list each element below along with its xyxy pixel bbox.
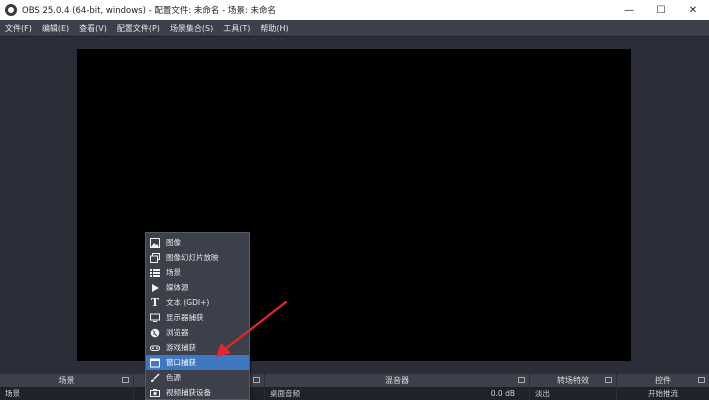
menu-item-label: 窗口捕获 — [166, 358, 196, 367]
close-button[interactable]: ✕ — [677, 0, 709, 20]
menu-bar: 文件(F) 编辑(E) 查看(V) 配置文件(P) 场景集合(S) 工具(T) … — [0, 20, 709, 36]
minimize-button[interactable]: — — [613, 0, 645, 20]
transitions-float-icon[interactable] — [605, 377, 612, 383]
menu-item-browser[interactable]: 浏览器 — [146, 325, 249, 340]
menu-item-scene[interactable]: 场景 — [146, 265, 249, 280]
scenes-dock: 场景 场景 — [0, 374, 133, 400]
slideshow-icon — [150, 252, 160, 263]
menu-item-label: 图像 — [166, 238, 181, 247]
brush-icon — [150, 372, 160, 383]
scenes-float-icon[interactable] — [122, 377, 129, 383]
window-controls: — ☐ ✕ — [613, 0, 709, 20]
globe-icon — [150, 328, 160, 338]
mixer-dock-header: 混音器 — [265, 374, 529, 387]
obs-logo-icon — [5, 4, 17, 16]
mixer-dock-title: 混音器 — [385, 376, 409, 385]
text-icon: T — [150, 295, 160, 309]
menu-item-label: 媒体源 — [166, 283, 189, 292]
menu-item-image-slideshow[interactable]: 图像幻灯片放映 — [146, 250, 249, 265]
menu-profile[interactable]: 配置文件(P) — [112, 23, 165, 34]
start-streaming-button[interactable]: 开始推流 — [617, 387, 709, 400]
mixer-track: 桌面音频 0.0 dB — [265, 387, 529, 400]
transitions-dock-title: 转场特效 — [557, 376, 589, 385]
window-title: OBS 25.0.4 (64-bit, windows) - 配置文件: 未命名… — [22, 6, 276, 16]
window-icon — [150, 358, 160, 368]
menu-item-image[interactable]: 图像 — [146, 235, 249, 250]
scene-list-icon — [150, 268, 160, 278]
menu-item-text[interactable]: T 文本 (GDI+) — [146, 295, 249, 310]
menu-item-label: 视频捕获设备 — [166, 388, 211, 397]
menu-item-window-capture[interactable]: 窗口捕获 — [146, 355, 249, 370]
menu-tools[interactable]: 工具(T) — [218, 23, 255, 34]
controls-dock-title: 控件 — [655, 376, 671, 385]
menu-view[interactable]: 查看(V) — [74, 23, 112, 34]
menu-item-label: 场景 — [166, 268, 181, 277]
transition-select[interactable]: 淡出 — [530, 387, 616, 400]
scenes-dock-header: 场景 — [0, 374, 133, 387]
monitor-icon — [150, 313, 160, 323]
sources-float-icon[interactable] — [253, 377, 260, 383]
menu-item-label: 游戏捕获 — [166, 343, 196, 352]
mixer-track-name: 桌面音频 — [270, 389, 300, 398]
menu-item-label: 文本 (GDI+) — [166, 298, 210, 307]
menu-item-label: 色源 — [166, 373, 181, 382]
menu-item-label: 图像幻灯片放映 — [166, 253, 219, 262]
menu-item-display-capture[interactable]: 显示器捕获 — [146, 310, 249, 325]
scenes-dock-title: 场景 — [58, 376, 75, 385]
image-icon — [150, 237, 160, 248]
menu-item-color-source[interactable]: 色源 — [146, 370, 249, 385]
controls-dock-header: 控件 — [617, 374, 709, 387]
menu-scene-collection[interactable]: 场景集合(S) — [165, 23, 218, 34]
mixer-track-level: 0.0 dB — [490, 389, 515, 398]
play-icon — [150, 283, 160, 293]
title-bar: OBS 25.0.4 (64-bit, windows) - 配置文件: 未命名… — [0, 0, 709, 20]
menu-help[interactable]: 帮助(H) — [255, 23, 293, 34]
menu-file[interactable]: 文件(F) — [0, 23, 37, 34]
mixer-float-icon[interactable] — [518, 377, 525, 383]
scene-list-item[interactable]: 场景 — [0, 387, 133, 400]
maximize-button[interactable]: ☐ — [645, 0, 677, 20]
mixer-dock: 混音器 桌面音频 0.0 dB — [265, 374, 529, 400]
add-source-menu: 图像 图像幻灯片放映 场景 媒体源 T 文本 (GDI+) 显示器捕获 浏览器 — [145, 232, 250, 400]
transitions-dock: 转场特效 淡出 — [530, 374, 616, 400]
preview-area — [0, 36, 709, 374]
menu-item-media-source[interactable]: 媒体源 — [146, 280, 249, 295]
camera-icon — [150, 388, 160, 398]
controls-dock: 控件 开始推流 — [617, 374, 709, 400]
menu-item-game-capture[interactable]: 游戏捕获 — [146, 340, 249, 355]
menu-item-video-capture-device[interactable]: 视频捕获设备 — [146, 385, 249, 400]
gamepad-icon — [150, 343, 160, 353]
transitions-dock-header: 转场特效 — [530, 374, 616, 387]
menu-edit[interactable]: 编辑(E) — [37, 23, 74, 34]
controls-float-icon[interactable] — [698, 377, 705, 383]
menu-item-label: 显示器捕获 — [166, 313, 204, 322]
menu-item-label: 浏览器 — [166, 328, 189, 337]
dock-area: 场景 场景 混音器 桌面音频 0.0 dB 转场特效 淡出 控件 开始推流 — [0, 374, 709, 400]
